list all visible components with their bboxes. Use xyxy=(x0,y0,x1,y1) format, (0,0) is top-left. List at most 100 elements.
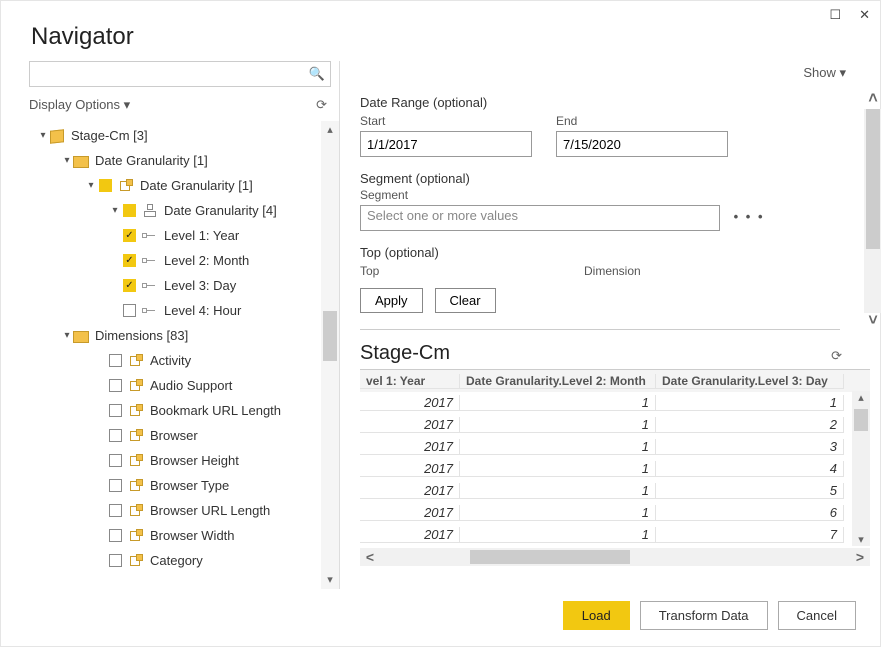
tree-level-day[interactable]: ✓ Level 3: Day xyxy=(29,273,339,298)
dim-label: Activity xyxy=(150,353,191,368)
form-scrollbar[interactable]: ˄ ˅ xyxy=(864,91,881,331)
top-title: Top (optional) xyxy=(360,245,840,260)
cube-icon xyxy=(49,129,65,143)
close-icon[interactable]: ✕ xyxy=(859,7,870,23)
table-row[interactable]: 201711 xyxy=(360,392,870,414)
dim-label: Browser xyxy=(150,428,198,443)
tree-root-stage-cm[interactable]: ▾ Stage-Cm [3] xyxy=(29,123,339,148)
dimension-icon xyxy=(128,529,144,543)
checkbox[interactable] xyxy=(109,404,122,417)
segment-browse-button[interactable]: • • • xyxy=(734,209,765,224)
window-title: Navigator xyxy=(1,1,880,61)
level-icon xyxy=(142,229,158,243)
tree-dim-item[interactable]: Audio Support xyxy=(29,373,339,398)
tree-dim-item[interactable]: Activity xyxy=(29,348,339,373)
tree-level-month[interactable]: ✓ Level 2: Month xyxy=(29,248,339,273)
tree-node-date-granularity-2[interactable]: ▾ Date Granularity [1] xyxy=(29,173,339,198)
checkbox[interactable]: ✓ xyxy=(123,254,136,267)
table-row[interactable]: 201714 xyxy=(360,458,870,480)
tree-dim-item[interactable]: Browser URL Length xyxy=(29,498,339,523)
table-cell: 2 xyxy=(656,417,844,433)
left-pane: 🔍 Display Options ▾ ⟳ ▾ Stage-Cm [3] ▾ D… xyxy=(1,61,339,589)
preview-title: Stage-Cm xyxy=(360,342,450,365)
col-header[interactable]: Date Granularity.Level 3: Day xyxy=(656,374,844,389)
table-cell: 2017 xyxy=(360,417,460,433)
tree-level-hour[interactable]: Level 4: Hour xyxy=(29,298,339,323)
dim-label: Browser Width xyxy=(150,528,235,543)
table-cell: 7 xyxy=(656,527,844,543)
checkbox[interactable] xyxy=(109,354,122,367)
table-cell: 3 xyxy=(656,439,844,455)
dim-label: Browser Height xyxy=(150,453,239,468)
grid-vscrollbar[interactable]: ▴ ▾ xyxy=(852,391,870,546)
dim-label: Browser Type xyxy=(150,478,229,493)
tree-scrollbar[interactable]: ▴ ▾ xyxy=(321,121,339,589)
dimension-icon xyxy=(128,504,144,518)
search-icon[interactable]: 🔍 xyxy=(309,66,325,82)
tree-dim-item[interactable]: Browser Height xyxy=(29,448,339,473)
table-row[interactable]: 201712 xyxy=(360,414,870,436)
segment-input[interactable]: Select one or more values xyxy=(360,205,720,231)
dimension-icon xyxy=(128,379,144,393)
dimension-icon xyxy=(128,479,144,493)
table-cell: 1 xyxy=(656,395,844,411)
segment-label: Segment xyxy=(360,188,840,202)
tree-dim-item[interactable]: Browser xyxy=(29,423,339,448)
table-row[interactable]: 201716 xyxy=(360,502,870,524)
folder-icon xyxy=(73,329,89,343)
dimension-icon xyxy=(118,179,134,193)
checkbox[interactable] xyxy=(99,179,112,192)
checkbox[interactable] xyxy=(109,429,122,442)
preview-grid: vel 1: Year Date Granularity.Level 2: Mo… xyxy=(360,369,870,546)
tree-dim-item[interactable]: Browser Width xyxy=(29,523,339,548)
maximize-icon[interactable]: ☐ xyxy=(829,7,841,23)
checkbox[interactable] xyxy=(123,304,136,317)
tree-folder-dimensions[interactable]: ▾ Dimensions [83] xyxy=(29,323,339,348)
tree-node-date-granularity-3[interactable]: ▾ Date Granularity [4] xyxy=(29,198,339,223)
table-row[interactable]: 201713 xyxy=(360,436,870,458)
table-row[interactable]: 201715 xyxy=(360,480,870,502)
checkbox[interactable] xyxy=(109,479,122,492)
checkbox[interactable] xyxy=(109,454,122,467)
table-cell: 1 xyxy=(460,505,656,521)
preview-refresh-icon[interactable]: ⟳ xyxy=(831,348,842,364)
tree-dim-item[interactable]: Bookmark URL Length xyxy=(29,398,339,423)
col-header[interactable]: Date Granularity.Level 2: Month xyxy=(460,374,656,389)
table-row[interactable]: 201717 xyxy=(360,524,870,546)
display-options-dropdown[interactable]: Display Options ▾ xyxy=(29,97,130,113)
checkbox[interactable]: ✓ xyxy=(123,229,136,242)
load-button[interactable]: Load xyxy=(563,601,630,630)
end-date-input[interactable] xyxy=(556,131,728,157)
start-date-input[interactable] xyxy=(360,131,532,157)
table-cell: 5 xyxy=(656,483,844,499)
apply-button[interactable]: Apply xyxy=(360,288,423,313)
checkbox[interactable] xyxy=(109,554,122,567)
checkbox[interactable] xyxy=(109,379,122,392)
table-cell: 2017 xyxy=(360,505,460,521)
tree-dim-item[interactable]: Browser Type xyxy=(29,473,339,498)
dimension-icon xyxy=(128,454,144,468)
table-cell: 2017 xyxy=(360,527,460,543)
table-cell: 1 xyxy=(460,483,656,499)
clear-button[interactable]: Clear xyxy=(435,288,496,313)
show-dropdown[interactable]: Show ▾ xyxy=(360,61,870,89)
dimension-icon xyxy=(128,354,144,368)
transform-data-button[interactable]: Transform Data xyxy=(640,601,768,630)
checkbox[interactable] xyxy=(109,529,122,542)
dimension-icon xyxy=(128,554,144,568)
tree-dim-item[interactable]: Category xyxy=(29,548,339,573)
dim-label: Browser URL Length xyxy=(150,503,270,518)
checkbox[interactable] xyxy=(109,504,122,517)
table-cell: 2017 xyxy=(360,483,460,499)
tree-level-year[interactable]: ✓ Level 1: Year xyxy=(29,223,339,248)
checkbox[interactable]: ✓ xyxy=(123,279,136,292)
search-input[interactable] xyxy=(29,61,331,87)
refresh-icon[interactable]: ⟳ xyxy=(316,97,327,113)
tree-folder-date-granularity-1[interactable]: ▾ Date Granularity [1] xyxy=(29,148,339,173)
checkbox[interactable] xyxy=(123,204,136,217)
grid-hscrollbar[interactable]: < > xyxy=(360,548,870,566)
top-label: Top xyxy=(360,264,560,275)
cancel-button[interactable]: Cancel xyxy=(778,601,856,630)
level-icon xyxy=(142,304,158,318)
col-header[interactable]: vel 1: Year xyxy=(360,374,460,389)
